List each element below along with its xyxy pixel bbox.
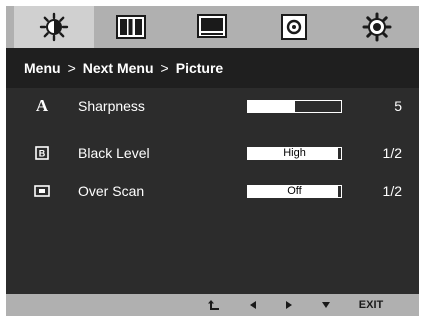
- breadcrumb-current: Picture: [175, 60, 224, 76]
- tab-sound[interactable]: [264, 6, 324, 48]
- setting-row-black-level[interactable]: B Black Level High 1/2: [6, 141, 419, 167]
- setting-label: Black Level: [78, 145, 150, 161]
- setting-row-sharpness[interactable]: A Sharpness 5: [6, 94, 419, 120]
- breadcrumb-separator: >: [67, 60, 76, 76]
- brightness-icon: [39, 12, 69, 42]
- return-icon[interactable]: [206, 298, 222, 312]
- black-level-icon: B: [33, 144, 51, 162]
- left-arrow-icon[interactable]: [246, 298, 260, 312]
- sharpness-slider[interactable]: [247, 100, 342, 113]
- breadcrumb-next-menu: Next Menu: [82, 60, 154, 76]
- picture-icon: [197, 14, 227, 38]
- over-scan-icon: [33, 182, 51, 200]
- tab-contrast[interactable]: [100, 6, 162, 48]
- setting-value: 1/2: [382, 183, 402, 199]
- setting-value: 5: [394, 98, 402, 114]
- breadcrumb: Menu > Next Menu > Picture: [6, 48, 419, 88]
- tab-settings[interactable]: [344, 6, 410, 48]
- sharpness-slider-fill: [248, 101, 295, 112]
- setting-value: 1/2: [382, 145, 402, 161]
- down-arrow-icon[interactable]: [319, 298, 333, 312]
- menu-tab-bar: [6, 6, 419, 48]
- tab-picture[interactable]: [182, 6, 242, 48]
- sound-icon: [281, 14, 307, 40]
- black-level-option[interactable]: High: [247, 147, 342, 160]
- exit-button[interactable]: EXIT: [351, 298, 391, 312]
- osd-menu: Menu > Next Menu > Picture A Sharpness 5…: [6, 6, 419, 316]
- over-scan-option[interactable]: Off: [247, 185, 342, 198]
- right-arrow-icon[interactable]: [282, 298, 296, 312]
- bottom-nav-bar: EXIT: [6, 294, 419, 316]
- breadcrumb-menu: Menu: [24, 60, 61, 76]
- settings-icon: [362, 12, 392, 42]
- setting-label: Over Scan: [78, 183, 145, 199]
- sharpness-icon: A: [35, 96, 49, 115]
- contrast-icon: [116, 15, 146, 39]
- svg-text:B: B: [39, 149, 46, 159]
- setting-row-over-scan[interactable]: Over Scan Off 1/2: [6, 179, 419, 205]
- breadcrumb-separator: >: [160, 60, 169, 76]
- setting-label: Sharpness: [78, 98, 145, 114]
- tab-brightness[interactable]: [14, 6, 94, 48]
